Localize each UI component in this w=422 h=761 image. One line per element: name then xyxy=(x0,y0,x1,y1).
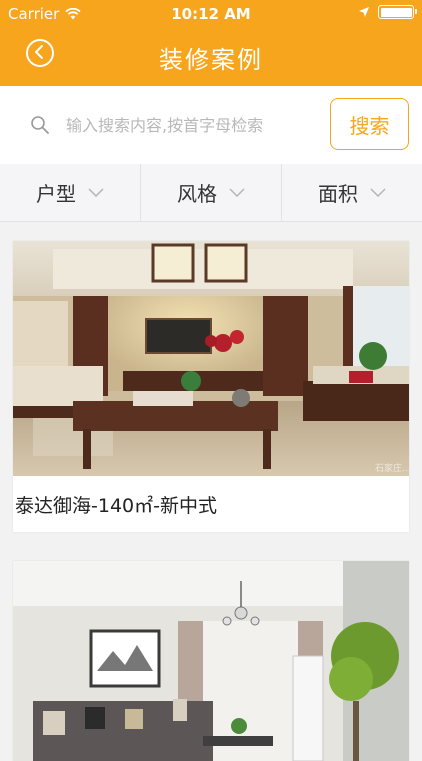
filter-area[interactable]: 面积 xyxy=(282,164,422,221)
living-room-photo: 石家庄... xyxy=(13,241,409,476)
filter-bar: 户型 风格 面积 xyxy=(0,164,422,222)
case-card[interactable] xyxy=(13,561,409,761)
case-image[interactable]: 石家庄... xyxy=(13,241,409,476)
battery-fill xyxy=(380,7,412,17)
filter-style-label: 风格 xyxy=(177,182,217,206)
status-bar: Carrier 10:12 AM xyxy=(0,0,422,28)
case-image[interactable] xyxy=(13,561,409,761)
living-room-photo xyxy=(13,561,409,761)
location-arrow-icon xyxy=(359,7,369,17)
search-button[interactable]: 搜索 xyxy=(330,98,409,150)
search-bar: 搜索 xyxy=(0,86,422,164)
search-input[interactable] xyxy=(66,110,316,140)
page-title: 装修案例 xyxy=(159,46,263,74)
case-title[interactable]: 泰达御海-140㎡-新中式 xyxy=(15,491,217,518)
chevron-down-icon xyxy=(229,188,245,197)
chevron-down-icon xyxy=(370,188,386,197)
photo-watermark: 石家庄... xyxy=(375,462,409,474)
case-card[interactable]: 石家庄... 泰达御海-140㎡-新中式 xyxy=(13,241,409,532)
status-right xyxy=(358,5,417,19)
battery-icon xyxy=(378,5,417,19)
filter-style[interactable]: 风格 xyxy=(141,164,282,221)
filter-layout[interactable]: 户型 xyxy=(0,164,141,221)
search-icon xyxy=(31,116,49,134)
chevron-down-icon xyxy=(88,188,104,197)
navigation-bar: 装修案例 xyxy=(0,28,422,86)
filter-area-label: 面积 xyxy=(318,182,358,206)
filter-layout-label: 户型 xyxy=(36,182,76,206)
